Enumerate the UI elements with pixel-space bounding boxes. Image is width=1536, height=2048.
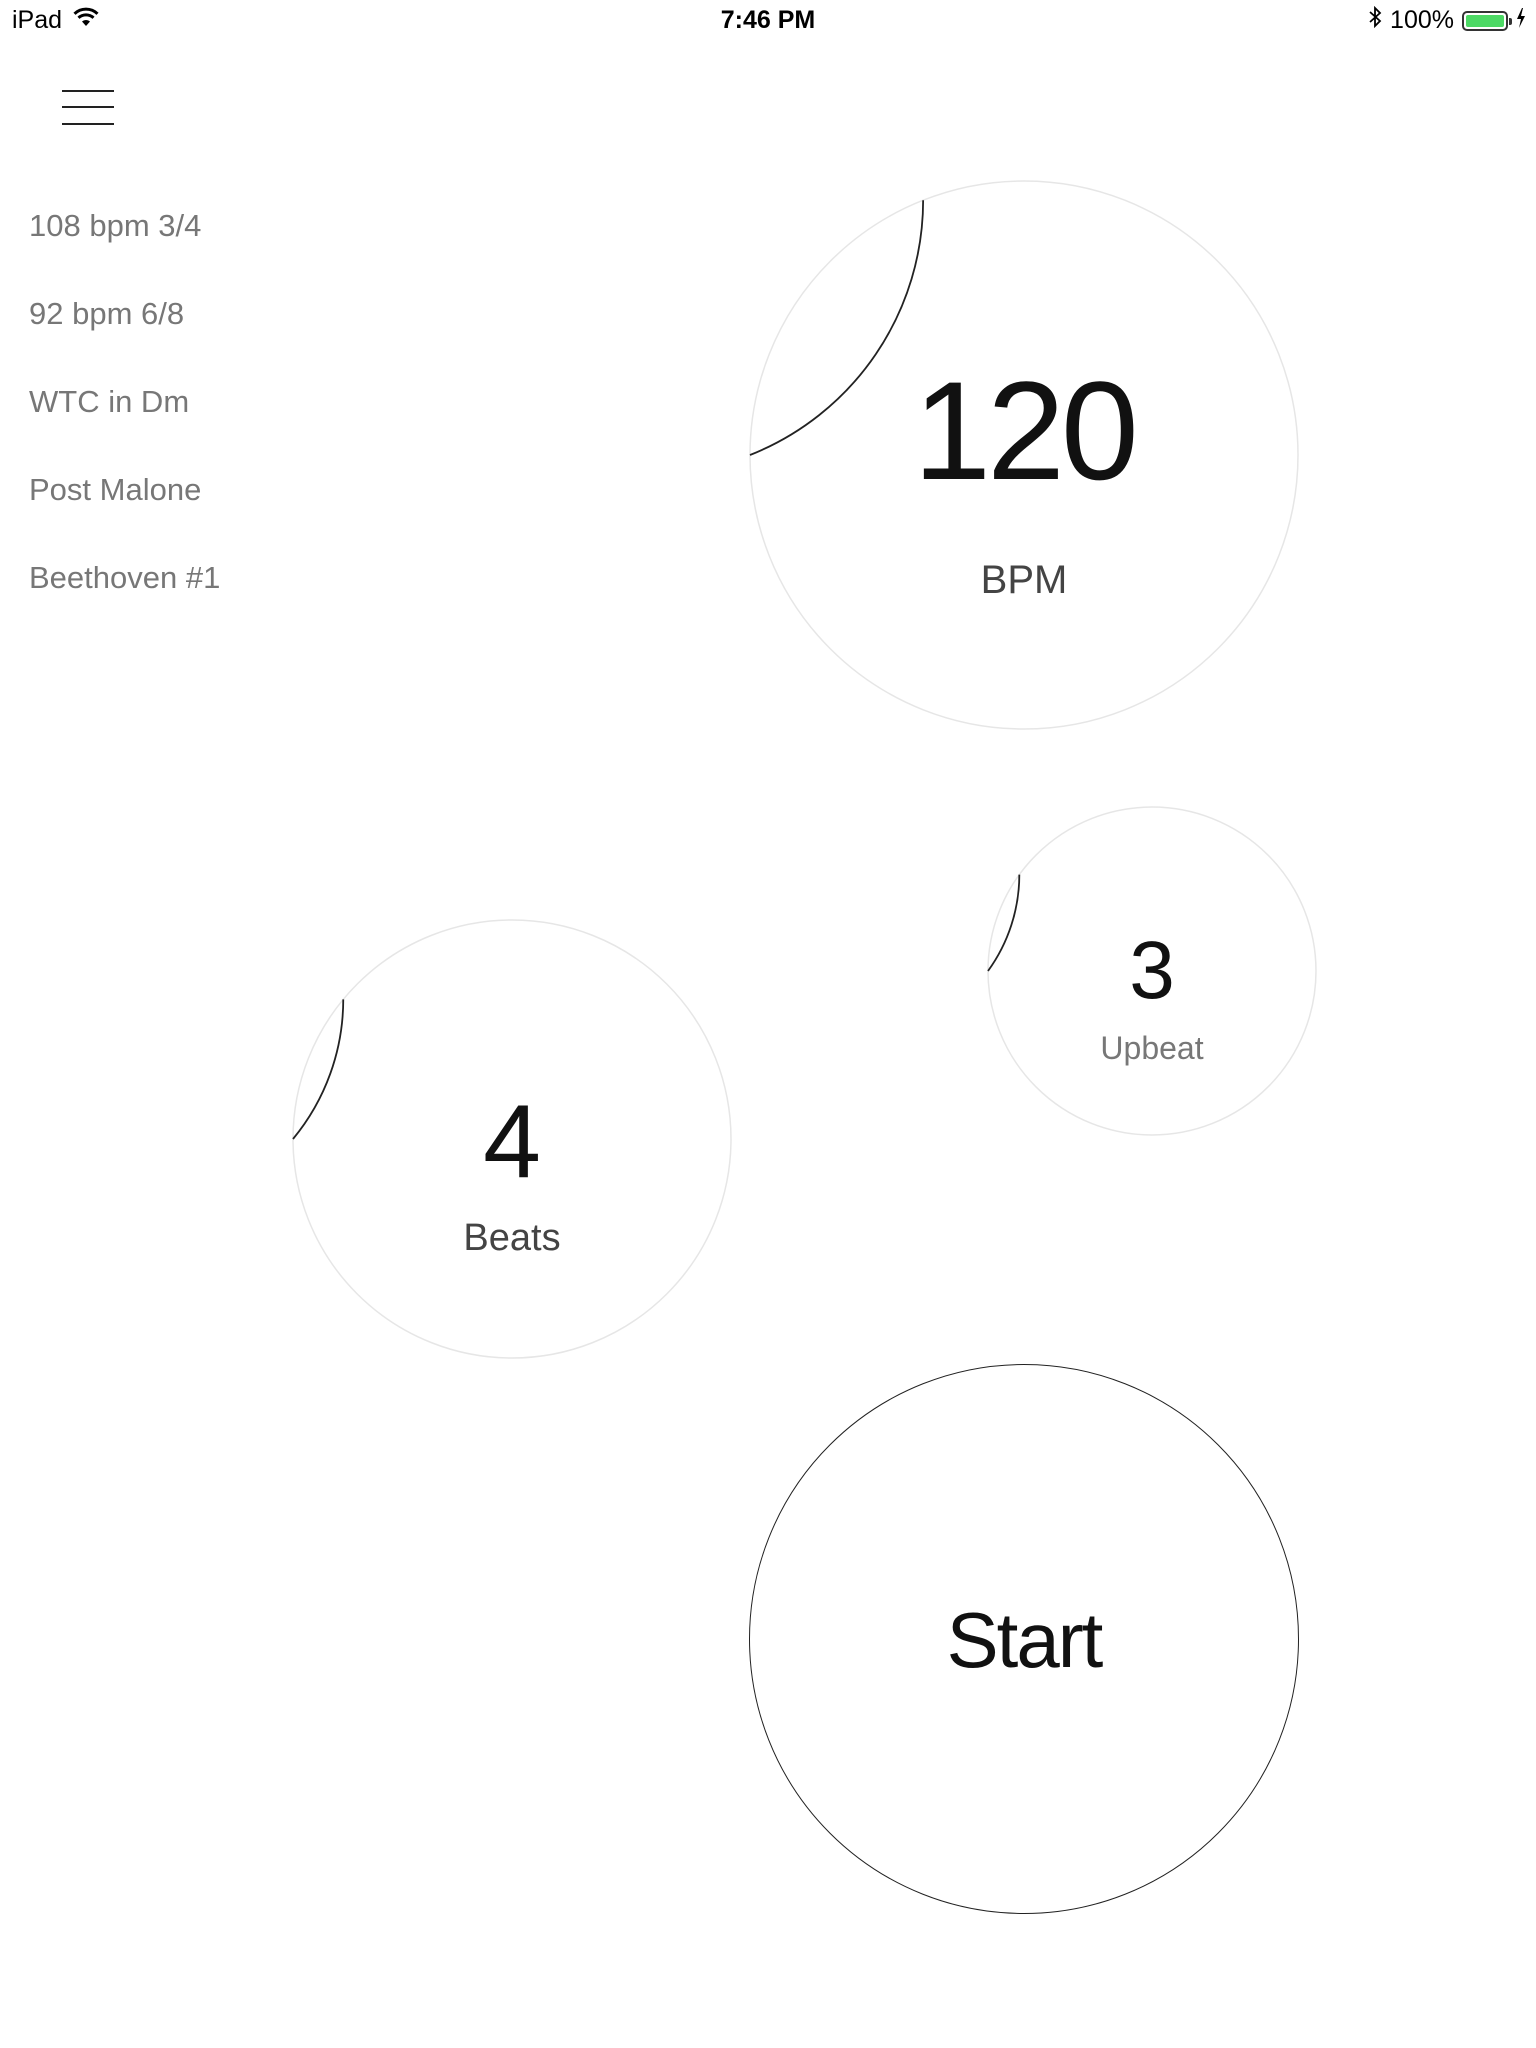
- preset-item[interactable]: 92 bpm 6/8: [29, 288, 220, 376]
- beats-value: 4: [483, 1084, 541, 1200]
- battery-percent: 100%: [1390, 6, 1454, 34]
- preset-item[interactable]: Post Malone: [29, 464, 220, 552]
- start-button[interactable]: Start: [749, 1364, 1299, 1914]
- status-bar: iPad 7:46 PM 100%: [0, 0, 1536, 40]
- status-time: 7:46 PM: [720, 6, 816, 34]
- upbeat-label: Upbeat: [1100, 1030, 1204, 1066]
- status-right: 100%: [1368, 5, 1526, 35]
- battery-icon: [1462, 10, 1512, 31]
- preset-item[interactable]: WTC in Dm: [29, 376, 220, 464]
- hamburger-menu-icon[interactable]: [62, 88, 116, 130]
- upbeat-value: 3: [1129, 925, 1175, 1016]
- preset-item[interactable]: 108 bpm 3/4: [29, 200, 220, 288]
- preset-list: 108 bpm 3/4 92 bpm 6/8 WTC in Dm Post Ma…: [29, 200, 220, 640]
- beats-dial[interactable]: 4 Beats: [292, 919, 732, 1359]
- bpm-value: 120: [913, 352, 1139, 509]
- upbeat-dial[interactable]: 3 Upbeat: [987, 806, 1317, 1136]
- bpm-dial[interactable]: 120 BPM: [749, 180, 1299, 730]
- bpm-label: BPM: [980, 558, 1068, 602]
- start-label: Start: [946, 1596, 1104, 1684]
- beats-label: Beats: [463, 1217, 561, 1259]
- preset-item[interactable]: Beethoven #1: [29, 552, 220, 640]
- bluetooth-icon: [1368, 5, 1382, 35]
- charging-bolt-icon: [1516, 6, 1526, 35]
